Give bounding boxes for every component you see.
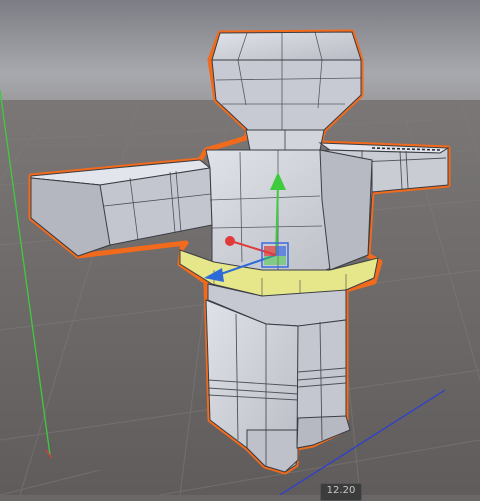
viewport-readout: 12.20 bbox=[320, 483, 362, 501]
rect-handle-icon[interactable] bbox=[261, 242, 289, 268]
right-leg[interactable] bbox=[296, 319, 351, 449]
scene-viewport[interactable]: 12.20 bbox=[0, 0, 480, 501]
torso-side bbox=[319, 149, 373, 271]
neck[interactable] bbox=[245, 129, 325, 151]
head-top-face bbox=[211, 31, 362, 61]
scene-canvas[interactable] bbox=[0, 0, 480, 495]
head[interactable] bbox=[211, 31, 362, 131]
torso[interactable] bbox=[205, 149, 373, 273]
